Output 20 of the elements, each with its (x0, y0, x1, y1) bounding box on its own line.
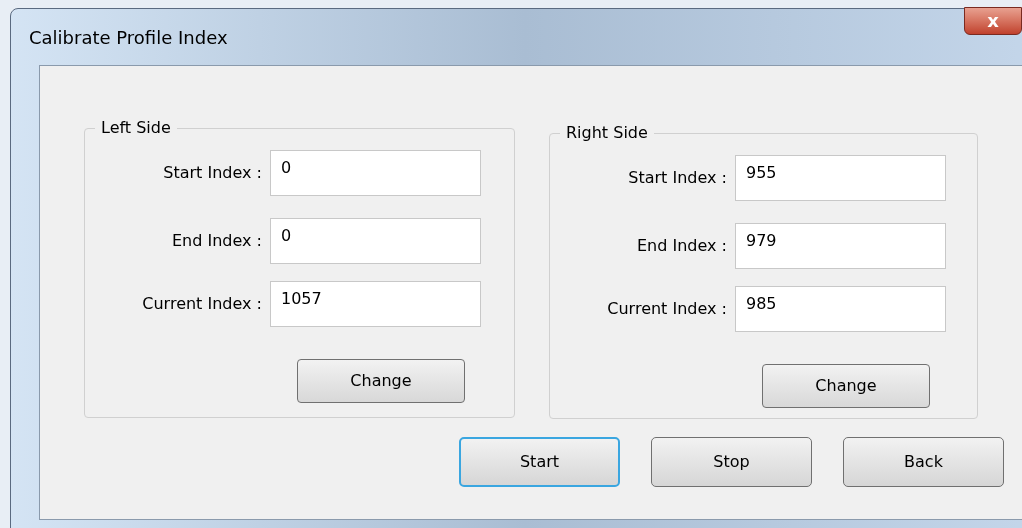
change-button[interactable]: Change (762, 364, 930, 408)
index-field[interactable]: 979 (735, 223, 946, 269)
window-title: Calibrate Profile Index (29, 25, 228, 50)
dialog-button[interactable]: Stop (651, 437, 812, 487)
group-title: Left Side (100, 117, 172, 139)
dialog-button[interactable]: Back (843, 437, 1004, 487)
field-label: Start Index : (627, 167, 728, 189)
dialog-button[interactable]: Start (459, 437, 620, 487)
index-field[interactable]: 0 (270, 218, 481, 264)
field-label: Current Index : (606, 298, 728, 320)
index-field[interactable]: 1057 (270, 281, 481, 327)
field-label: End Index : (636, 235, 728, 257)
group-title: Right Side (565, 122, 649, 144)
index-field[interactable]: 955 (735, 155, 946, 201)
change-button[interactable]: Change (297, 359, 465, 403)
index-field[interactable]: 985 (735, 286, 946, 332)
field-label: Start Index : (162, 162, 263, 184)
field-label: End Index : (171, 230, 263, 252)
index-field[interactable]: 0 (270, 150, 481, 196)
field-label: Current Index : (141, 293, 263, 315)
